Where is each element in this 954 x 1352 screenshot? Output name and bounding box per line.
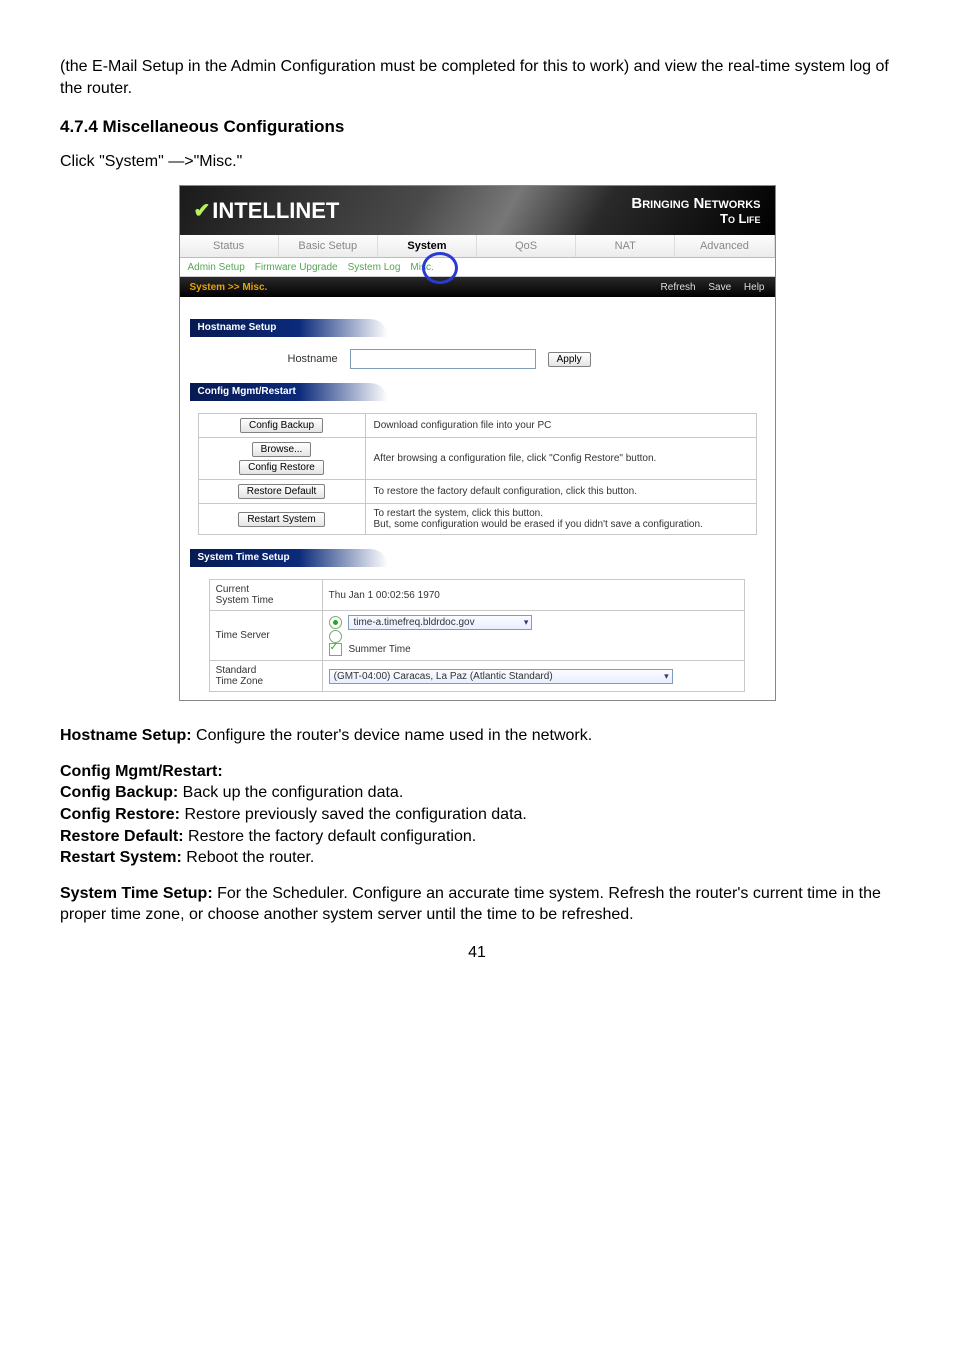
config-backup-button[interactable]: Config Backup — [240, 418, 323, 433]
restore-default-button[interactable]: Restore Default — [238, 484, 325, 499]
ui-header: ✔ INTELLINET Bringing Networks To Life — [180, 186, 775, 235]
summer-time-checkbox[interactable] — [329, 643, 342, 656]
toolbar-actions: Refresh Save Help — [651, 282, 765, 293]
hostname-desc: Hostname Setup: Configure the router's d… — [60, 725, 894, 747]
sub-nav: Admin Setup Firmware Upgrade System Log … — [180, 258, 775, 277]
table-row: Config Backup Download configuration fil… — [198, 414, 756, 438]
current-time-value: Thu Jan 1 00:02:56 1970 — [322, 580, 745, 611]
table-row: Current System Time Thu Jan 1 00:02:56 1… — [209, 580, 745, 611]
ui-body: Hostname Setup Hostname Apply Config Mgm… — [180, 297, 775, 700]
refresh-link[interactable]: Refresh — [661, 282, 696, 293]
hostname-input[interactable] — [350, 349, 536, 369]
subnav-firmware-upgrade[interactable]: Firmware Upgrade — [255, 262, 338, 273]
table-row: Restore Default To restore the factory d… — [198, 480, 756, 504]
subnav-system-log[interactable]: System Log — [348, 262, 401, 273]
tab-nat[interactable]: NAT — [576, 235, 675, 257]
config-segment: Config Backup Download configuration fil… — [190, 403, 765, 539]
subnav-misc[interactable]: Misc. — [410, 262, 433, 273]
section-heading: 4.7.4 Miscellaneous Configurations — [60, 117, 894, 137]
summer-time-label: Summer Time — [348, 644, 410, 655]
config-restore-desc: After browsing a configuration file, cli… — [365, 438, 756, 480]
restart-system-desc: To restart the system, click this button… — [365, 504, 756, 535]
tab-system[interactable]: System — [378, 235, 477, 257]
breadcrumb-bar: System >> Misc. Refresh Save Help — [180, 277, 775, 297]
time-segment: Current System Time Thu Jan 1 00:02:56 1… — [190, 569, 765, 696]
config-table: Config Backup Download configuration fil… — [198, 413, 757, 535]
timezone-label: Standard Time Zone — [209, 661, 322, 692]
help-link[interactable]: Help — [744, 282, 765, 293]
table-row: Time Server time-a.timefreq.bldrdoc.gov … — [209, 611, 745, 661]
tab-advanced[interactable]: Advanced — [675, 235, 774, 257]
current-time-label: Current System Time — [209, 580, 322, 611]
brand-name: INTELLINET — [212, 198, 339, 224]
page-number: 41 — [60, 944, 894, 962]
breadcrumb: System >> Misc. — [190, 282, 268, 293]
table-row: Standard Time Zone (GMT-04:00) Caracas, … — [209, 661, 745, 692]
hostname-label: Hostname — [288, 353, 338, 365]
save-link[interactable]: Save — [708, 282, 731, 293]
intro-text: (the E-Mail Setup in the Admin Configura… — [60, 56, 894, 99]
config-backup-desc: Download configuration file into your PC — [365, 414, 756, 438]
radio-preset-server[interactable] — [329, 616, 342, 629]
apply-button[interactable]: Apply — [548, 352, 591, 367]
config-mgmt-header: Config Mgmt/Restart — [190, 383, 388, 401]
table-row: Browse... Config Restore After browsing … — [198, 438, 756, 480]
tagline: Bringing Networks To Life — [631, 196, 760, 225]
time-table: Current System Time Thu Jan 1 00:02:56 1… — [209, 579, 746, 692]
main-tabbar: Status Basic Setup System QoS NAT Advanc… — [180, 235, 775, 258]
brand-logo: ✔ INTELLINET — [194, 198, 340, 224]
timezone-select[interactable]: (GMT-04:00) Caracas, La Paz (Atlantic St… — [329, 669, 673, 684]
table-row: Restart System To restart the system, cl… — [198, 504, 756, 535]
tab-qos[interactable]: QoS — [477, 235, 576, 257]
check-icon: ✔ — [194, 198, 211, 223]
restart-system-button[interactable]: Restart System — [238, 512, 324, 527]
tab-basic-setup[interactable]: Basic Setup — [279, 235, 378, 257]
restore-default-desc: To restore the factory default configura… — [365, 480, 756, 504]
system-time-header: System Time Setup — [190, 549, 388, 567]
browse-button[interactable]: Browse... — [252, 442, 312, 457]
hostname-segment: Hostname Apply — [190, 339, 765, 373]
tab-status[interactable]: Status — [180, 235, 279, 257]
config-desc-block: Config Mgmt/Restart: Config Backup: Back… — [60, 761, 894, 869]
config-restore-button[interactable]: Config Restore — [239, 460, 324, 475]
hostname-setup-header: Hostname Setup — [190, 319, 388, 337]
router-admin-ui: ✔ INTELLINET Bringing Networks To Life S… — [179, 185, 776, 701]
nav-path: Click "System" —>"Misc." — [60, 153, 894, 171]
time-desc: System Time Setup: For the Scheduler. Co… — [60, 883, 894, 926]
time-server-select[interactable]: time-a.timefreq.bldrdoc.gov — [348, 615, 532, 630]
subnav-admin-setup[interactable]: Admin Setup — [188, 262, 245, 273]
time-server-label: Time Server — [209, 611, 322, 661]
